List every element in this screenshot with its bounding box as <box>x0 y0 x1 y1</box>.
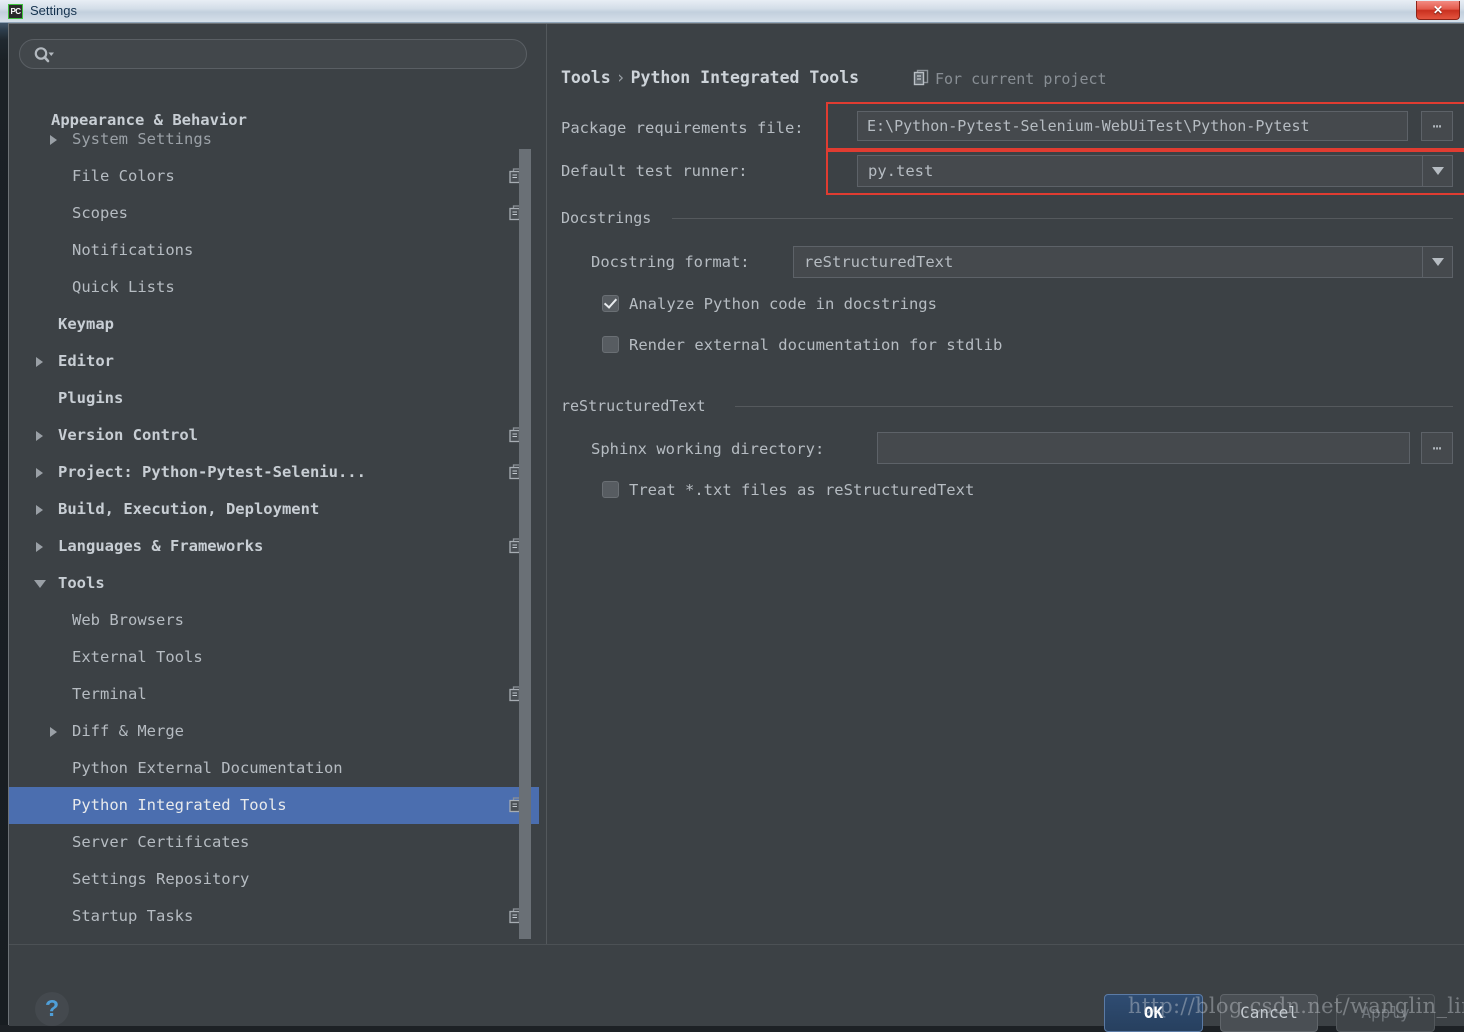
docstring-format-value: reStructuredText <box>804 253 954 271</box>
analyze-python-code-label: Analyze Python code in docstrings <box>629 295 937 313</box>
render-external-docs-label: Render external documentation for stdlib <box>629 336 1003 354</box>
for-current-project-label: For current project <box>935 70 1107 88</box>
sidebar-item-notifications[interactable]: Notifications <box>9 232 539 269</box>
sidebar-item-keymap[interactable]: Keymap <box>9 306 539 343</box>
render-external-docs-checkbox[interactable] <box>602 336 619 353</box>
content-pane: Tools › Python Integrated Tools For curren… <box>547 24 1464 944</box>
search-input[interactable] <box>19 39 527 69</box>
sidebar-item-label: Version Control <box>58 426 198 444</box>
breadcrumb-current: Python Integrated Tools <box>630 68 860 87</box>
sidebar-item-quick-lists[interactable]: Quick Lists <box>9 269 539 306</box>
sidebar-item-server-certificates[interactable]: Server Certificates <box>9 824 539 861</box>
sidebar-item-scopes[interactable]: Scopes <box>9 195 539 232</box>
sidebar-item-label: Web Browsers <box>72 611 184 629</box>
search-icon <box>34 47 54 63</box>
window-title: Settings <box>30 3 77 18</box>
ok-button[interactable]: OK <box>1104 994 1203 1032</box>
settings-sidebar: Appearance & Behavior System Settings File… <box>9 24 539 962</box>
package-requirements-input[interactable]: E:\Python-Pytest-Selenium-WebUiTest\Pyth… <box>857 111 1408 141</box>
sidebar-item-version-control[interactable]: Version Control <box>9 417 539 454</box>
chevron-right-icon[interactable] <box>50 727 57 737</box>
default-test-runner-combobox[interactable]: py.test <box>857 155 1453 187</box>
sidebar-scrollbar-thumb[interactable] <box>519 149 531 939</box>
docstrings-group-line <box>672 218 1453 219</box>
treat-txt-as-rst-label: Treat *.txt files as reStructuredText <box>629 481 975 499</box>
chevron-down-icon[interactable] <box>34 580 46 588</box>
close-button[interactable]: ✕ <box>1416 1 1460 20</box>
treat-txt-as-rst-checkbox[interactable] <box>602 481 619 498</box>
default-test-runner-label: Default test runner: <box>561 162 748 180</box>
sidebar-item-label: Project: Python-Pytest-Seleniu... <box>58 463 366 481</box>
docstring-format-combobox[interactable]: reStructuredText <box>793 246 1453 278</box>
sidebar-item-external-tools[interactable]: External Tools <box>9 639 539 676</box>
sidebar-item-label: Tools <box>58 574 105 592</box>
sidebar-item-label: Keymap <box>58 315 114 333</box>
title-bar: PC Settings ✕ <box>0 0 1464 23</box>
sidebar-item-diff-merge[interactable]: Diff & Merge <box>9 713 539 750</box>
sidebar-item-label: Startup Tasks <box>72 907 194 925</box>
sidebar-item-project-python-pytest-seleniu[interactable]: Project: Python-Pytest-Seleniu... <box>9 454 539 491</box>
chevron-down-icon[interactable] <box>1422 247 1452 277</box>
chevron-right-icon[interactable] <box>36 542 43 552</box>
chevron-right-icon[interactable] <box>36 431 43 441</box>
chevron-down-icon[interactable] <box>1422 156 1452 186</box>
chevron-right-icon[interactable] <box>50 135 57 145</box>
breadcrumb: Tools › Python Integrated Tools <box>561 68 859 87</box>
sidebar-item-build-execution-deployment[interactable]: Build, Execution, Deployment <box>9 491 539 528</box>
sidebar-item-label: File Colors <box>72 167 175 185</box>
default-test-runner-value: py.test <box>868 162 934 180</box>
analyze-python-code-checkbox[interactable] <box>602 295 619 312</box>
breadcrumb-separator: › <box>615 68 626 87</box>
sidebar-item-label: External Tools <box>72 648 203 666</box>
sidebar-item-label: Languages & Frameworks <box>58 537 264 555</box>
sidebar-item-file-colors[interactable]: File Colors <box>9 158 539 195</box>
sidebar-item-plugins[interactable]: Plugins <box>9 380 539 417</box>
sidebar-item-python-integrated-tools[interactable]: Python Integrated Tools <box>9 787 539 824</box>
settings-tree[interactable]: Appearance & Behavior System Settings File… <box>9 84 539 962</box>
sidebar-item-settings-repository[interactable]: Settings Repository <box>9 861 539 898</box>
docstring-format-label: Docstring format: <box>591 253 750 271</box>
sidebar-item-label: System Settings <box>72 130 212 148</box>
sidebar-item-python-external-documentation[interactable]: Python External Documentation <box>9 750 539 787</box>
sidebar-item-label: Server Certificates <box>72 833 250 851</box>
sidebar-item-label: Plugins <box>58 389 124 407</box>
chevron-right-icon[interactable] <box>36 468 43 478</box>
sidebar-item-label: Quick Lists <box>72 278 175 296</box>
package-requirements-browse-button[interactable]: ⋯ <box>1421 111 1453 141</box>
sidebar-item-label: Settings Repository <box>72 870 250 888</box>
sidebar-item-label: Terminal <box>72 685 147 703</box>
sphinx-working-directory-label: Sphinx working directory: <box>591 440 825 458</box>
sidebar-item-label: Python Integrated Tools <box>72 796 287 814</box>
sphinx-working-directory-input[interactable] <box>877 432 1410 464</box>
package-requirements-label: Package requirements file: <box>561 119 804 137</box>
sidebar-item-editor[interactable]: Editor <box>9 343 539 380</box>
sidebar-item-startup-tasks[interactable]: Startup Tasks <box>9 898 539 935</box>
dialog-footer: ? OK Cancel Apply <box>9 944 1464 1032</box>
sphinx-working-directory-browse-button[interactable]: ⋯ <box>1421 432 1453 464</box>
docstrings-group-title: Docstrings <box>561 209 661 227</box>
help-button[interactable]: ? <box>35 992 69 1026</box>
sidebar-item-terminal[interactable]: Terminal <box>9 676 539 713</box>
sidebar-item-languages-frameworks[interactable]: Languages & Frameworks <box>9 528 539 565</box>
sidebar-item-label: Editor <box>58 352 114 370</box>
restructuredtext-group-line <box>735 406 1453 407</box>
breadcrumb-parent[interactable]: Tools <box>561 68 611 87</box>
cancel-button[interactable]: Cancel <box>1220 994 1318 1032</box>
sidebar-item-label: Notifications <box>72 241 194 259</box>
restructuredtext-group-title: reStructuredText <box>561 397 715 415</box>
sidebar-item-tools[interactable]: Tools <box>9 565 539 602</box>
sidebar-item-label: Build, Execution, Deployment <box>58 500 320 518</box>
chevron-right-icon[interactable] <box>36 505 43 515</box>
sidebar-item-label: Python External Documentation <box>72 759 343 777</box>
settings-window: PC Settings ✕ Appearance & Behavior Syste… <box>0 0 1464 1032</box>
settings-dialog: Appearance & Behavior System Settings File… <box>8 23 1464 1032</box>
sidebar-item-web-browsers[interactable]: Web Browsers <box>9 602 539 639</box>
sidebar-item-label: Scopes <box>72 204 128 222</box>
sidebar-item-label: Diff & Merge <box>72 722 184 740</box>
sidebar-item-system-settings[interactable]: System Settings <box>9 121 539 158</box>
apply-button[interactable]: Apply <box>1336 994 1435 1032</box>
pycharm-app-icon: PC <box>8 4 23 19</box>
for-current-project-icon <box>913 69 929 86</box>
chevron-right-icon[interactable] <box>36 357 43 367</box>
